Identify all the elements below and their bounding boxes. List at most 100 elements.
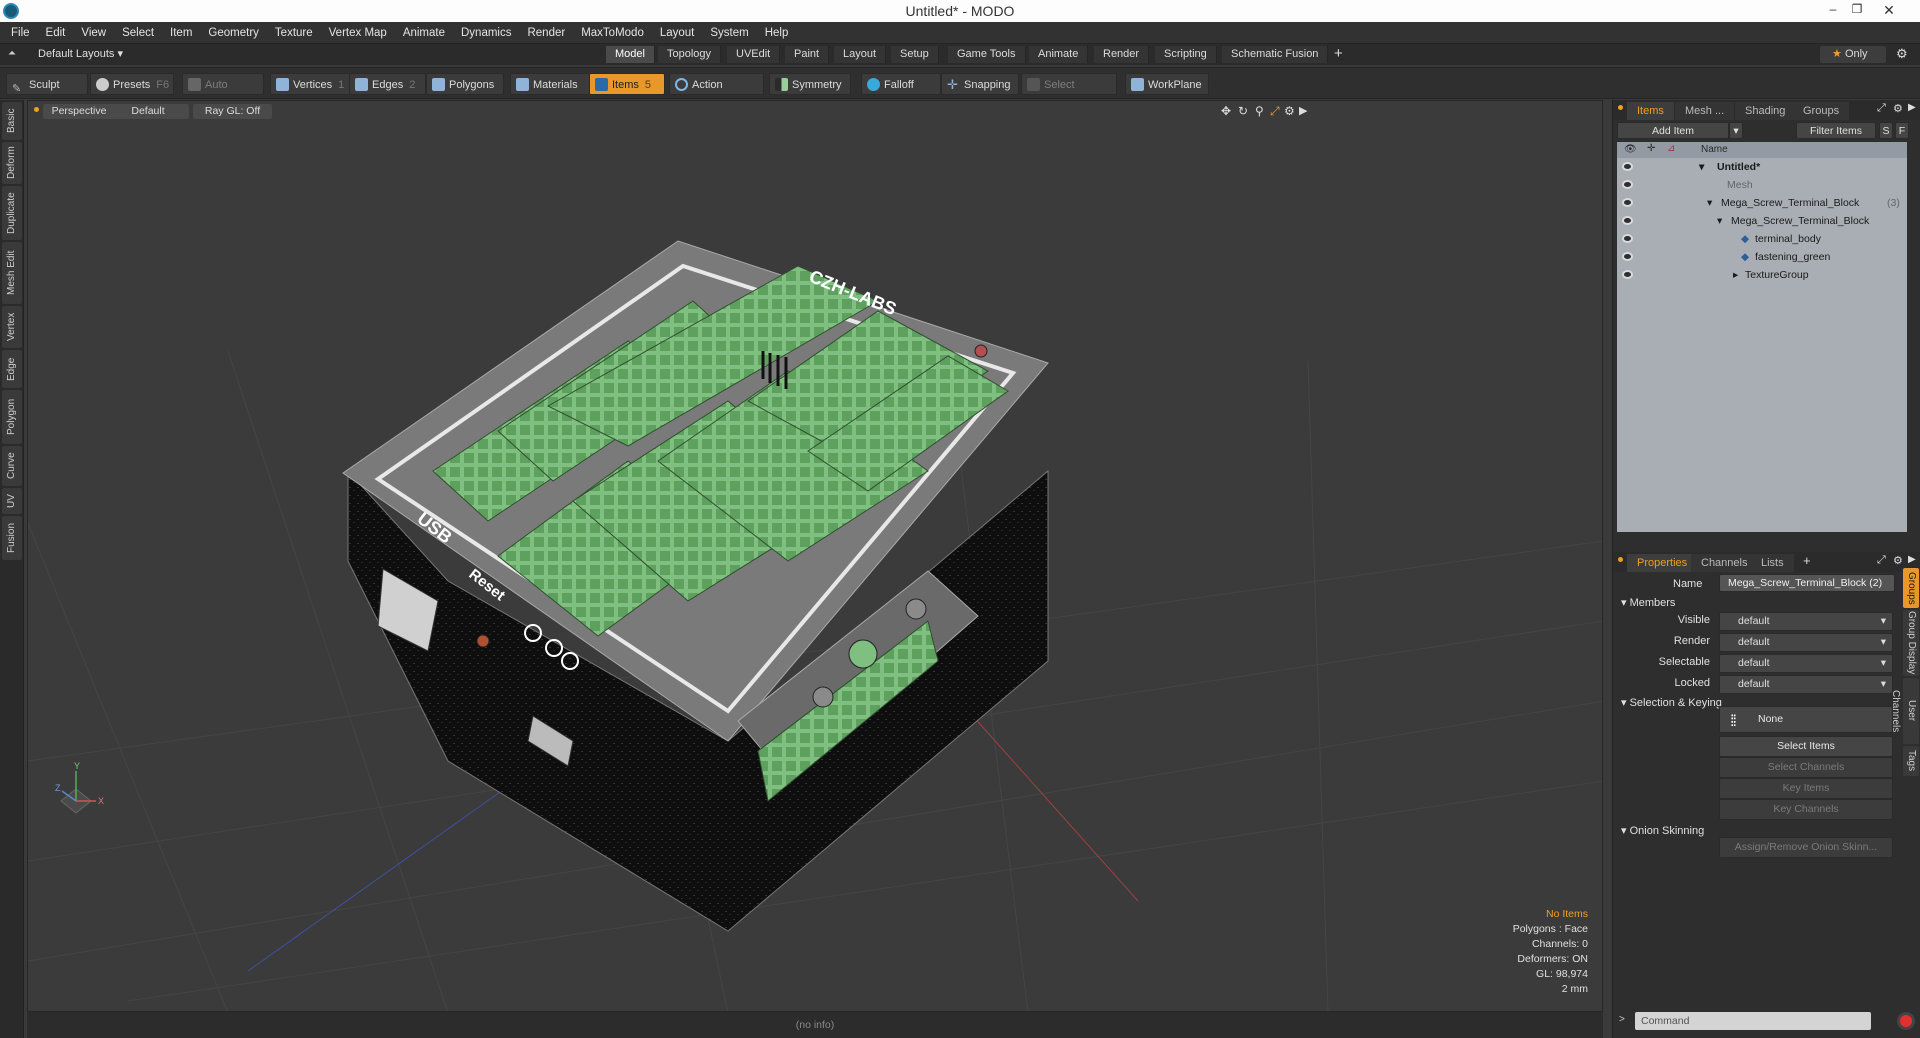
tab-shading[interactable]: Shading — [1735, 102, 1796, 120]
properties-menu-icon[interactable] — [1618, 557, 1623, 562]
tab-basic[interactable]: Basic — [2, 102, 22, 140]
snapping-button[interactable]: ✛ Snapping — [941, 73, 1019, 95]
tab-setup[interactable]: Setup — [891, 46, 939, 63]
onion-skin-button[interactable]: Assign/Remove Onion Skinn... — [1719, 837, 1893, 858]
tab-edge[interactable]: Edge — [2, 350, 22, 388]
raygl-button[interactable]: Ray GL: Off — [193, 104, 272, 119]
auto-select-button[interactable]: Auto Select — [182, 73, 264, 113]
menu-texture[interactable]: Texture — [267, 22, 321, 44]
eye-icon[interactable] — [1622, 234, 1633, 243]
tab-mesh[interactable]: Mesh ... — [1675, 102, 1735, 120]
none-button[interactable]: ⁞⁞ None — [1719, 706, 1893, 733]
tab-layout[interactable]: Layout — [834, 46, 887, 63]
select-channels-button[interactable]: Select Channels — [1719, 757, 1893, 778]
add-item-dropdown-icon[interactable]: ▾ — [1729, 122, 1743, 139]
tab-game-tools[interactable]: Game Tools — [948, 46, 1026, 63]
side-tab-groups[interactable]: Groups — [1903, 568, 1919, 608]
fit-icon[interactable]: ⤢ — [1270, 104, 1280, 119]
list-item-mega-screw-terminal-block-group[interactable]: ▾ Mega_Screw_Terminal_Block (3) — [1617, 194, 1907, 212]
filter-items-button[interactable]: Filter Items — [1796, 122, 1876, 139]
tab-topology[interactable]: Topology — [658, 46, 722, 63]
list-item-mega-screw-terminal-block[interactable]: ▾ Mega_Screw_Terminal_Block — [1617, 212, 1907, 230]
menu-layout[interactable]: Layout — [652, 22, 703, 44]
menu-animate[interactable]: Animate — [395, 22, 453, 44]
minimize-icon[interactable]: – — [1822, 2, 1844, 18]
presets-button[interactable]: Presets F6 — [90, 73, 174, 95]
s-button[interactable]: S — [1879, 122, 1893, 139]
tab-fusion[interactable]: Fusion — [2, 516, 22, 560]
panel-gear-icon[interactable]: ⚙ — [1893, 102, 1903, 115]
selection-keying-header[interactable]: ▾ Selection & Keying — [1621, 696, 1722, 709]
falloff-button[interactable]: Falloff — [861, 73, 941, 95]
tab-render[interactable]: Render — [1094, 46, 1150, 63]
menu-select[interactable]: Select — [114, 22, 162, 44]
selectable-dropdown[interactable]: default — [1719, 654, 1893, 673]
tree-expand-icon[interactable]: ▾ — [1717, 212, 1722, 230]
menu-system[interactable]: System — [702, 22, 756, 44]
items-button[interactable]: Items 5 — [589, 73, 665, 95]
select-through-button[interactable]: Select Through — [1021, 73, 1117, 113]
tab-curve[interactable]: Curve — [2, 446, 22, 486]
locked-dropdown[interactable]: default — [1719, 675, 1893, 694]
3d-viewport[interactable]: CZH-LABS USB Reset Y X Z Perspective Def — [27, 100, 1603, 1012]
tab-model[interactable]: Model — [606, 46, 655, 63]
members-header[interactable]: ▾ Members — [1621, 596, 1675, 609]
side-tab-user-channels[interactable]: User Channels — [1890, 678, 1919, 744]
eye-icon[interactable] — [1622, 162, 1633, 171]
gear-icon[interactable]: ⚙ — [1896, 46, 1908, 62]
tab-animate[interactable]: Animate — [1029, 46, 1089, 63]
tab-groups[interactable]: Groups — [1793, 102, 1850, 120]
properties-arrow-icon[interactable]: ▶ — [1908, 554, 1916, 565]
list-item-mesh[interactable]: Mesh — [1617, 176, 1907, 194]
name-field[interactable]: Mega_Screw_Terminal_Block (2) — [1719, 574, 1895, 592]
shading-style-button[interactable]: Default — [107, 104, 189, 119]
menu-geometry[interactable]: Geometry — [200, 22, 267, 44]
side-tab-tags[interactable]: Tags — [1903, 746, 1919, 776]
menu-render[interactable]: Render — [519, 22, 573, 44]
menu-edit[interactable]: Edit — [38, 22, 74, 44]
side-tab-group-display[interactable]: Group Display — [1903, 610, 1919, 676]
add-item-button[interactable]: Add Item — [1617, 122, 1729, 139]
eye-icon[interactable] — [1622, 216, 1633, 225]
panel-arrow-icon[interactable]: ▶ — [1908, 102, 1916, 113]
workplane-button[interactable]: WorkPlane — [1125, 73, 1209, 95]
view-type-button[interactable]: Perspective — [43, 104, 115, 119]
tab-vertex[interactable]: Vertex — [2, 306, 22, 348]
add-tab-icon[interactable]: + — [1334, 45, 1343, 62]
onion-skinning-header[interactable]: ▾ Onion Skinning — [1621, 824, 1704, 837]
materials-button[interactable]: Materials — [510, 73, 590, 95]
restore-icon[interactable]: ❐ — [1846, 2, 1868, 18]
menu-item[interactable]: Item — [162, 22, 200, 44]
edges-button[interactable]: Edges 2 — [349, 73, 426, 95]
tab-uv[interactable]: UV — [2, 488, 22, 514]
panel-expand-icon[interactable]: ⤢ — [1877, 102, 1886, 115]
viewport-expand-icon[interactable]: ▶ — [1299, 104, 1307, 117]
render-dropdown[interactable]: default — [1719, 633, 1893, 652]
menu-view[interactable]: View — [73, 22, 114, 44]
tab-deform[interactable]: Deform — [2, 142, 22, 184]
polygons-button[interactable]: Polygons — [426, 73, 504, 95]
pan-icon[interactable]: ✥ — [1221, 104, 1231, 118]
menu-help[interactable]: Help — [757, 22, 797, 44]
record-icon[interactable] — [1897, 1012, 1915, 1030]
layout-selector[interactable]: Default Layouts ▾ — [38, 47, 123, 60]
tab-properties[interactable]: Properties — [1627, 554, 1698, 572]
list-item-texture-group[interactable]: ▸ TextureGroup — [1617, 266, 1907, 284]
tab-items[interactable]: Items — [1627, 102, 1674, 120]
tree-expand-icon[interactable]: ▾ — [1699, 158, 1704, 176]
key-channels-button[interactable]: Key Channels — [1719, 799, 1893, 820]
tab-scripting[interactable]: Scripting — [1155, 46, 1217, 63]
key-items-button[interactable]: Key Items — [1719, 778, 1893, 799]
eye-icon[interactable] — [1622, 270, 1633, 279]
vertices-button[interactable]: Vertices 1 — [270, 73, 350, 95]
menu-file[interactable]: File — [0, 22, 38, 44]
collapse-icon[interactable]: ⏶ — [8, 48, 20, 60]
only-toggle[interactable]: ★ Only — [1820, 46, 1886, 63]
rotate-icon[interactable]: ↻ — [1238, 104, 1248, 118]
panel-menu-icon[interactable] — [1618, 105, 1623, 110]
close-icon[interactable]: ✕ — [1878, 2, 1900, 18]
eye-icon[interactable] — [1622, 180, 1633, 189]
action-center-button[interactable]: Action Center — [669, 73, 764, 113]
tab-uvedit[interactable]: UVEdit — [727, 46, 781, 63]
add-properties-tab-icon[interactable]: + — [1803, 553, 1811, 568]
